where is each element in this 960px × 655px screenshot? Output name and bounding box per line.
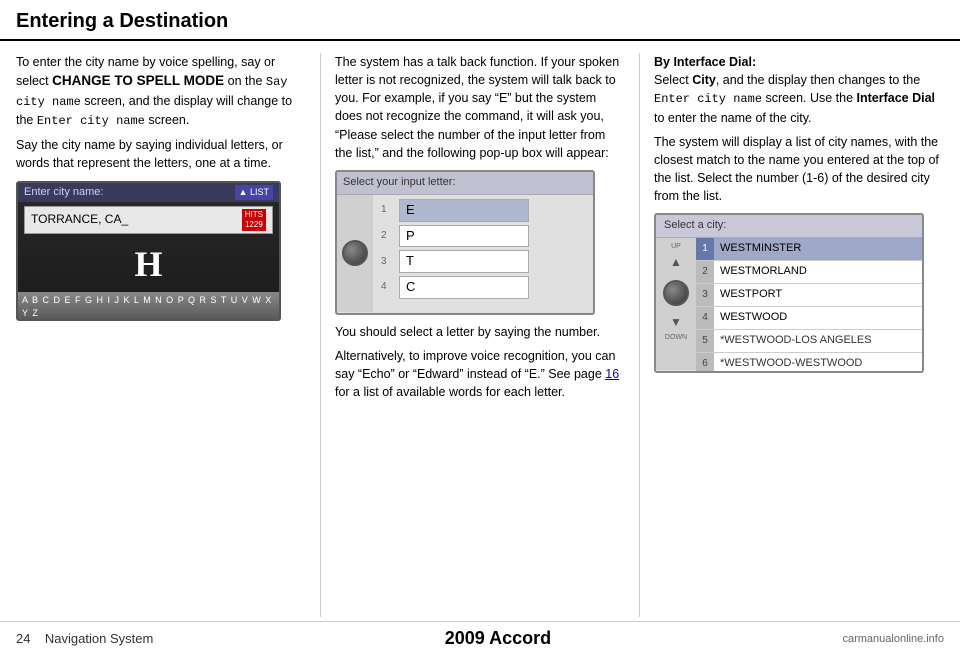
sc-row-5: 5 *WESTWOOD-LOS ANGELES	[696, 330, 922, 353]
sls-row-1: 1 E	[381, 199, 585, 222]
page-link[interactable]: 16	[605, 367, 619, 381]
footer-right: carmanualonline.info	[842, 633, 944, 645]
ecn-keyboard: A B C D E F G H I J K L M N O P Q R S T …	[18, 292, 279, 321]
ecn-input-bar: TORRANCE, CA_ HITS 1229	[24, 206, 273, 233]
right-para1: By Interface Dial: Select City, and the …	[654, 53, 944, 127]
sls-row-4: 4 C	[381, 276, 585, 299]
knob[interactable]	[342, 240, 368, 266]
sc-row-2: 2 WESTMORLAND	[696, 261, 922, 284]
sls-letter-e[interactable]: E	[399, 199, 529, 222]
sls-header: Select your input letter:	[337, 172, 593, 195]
sc-left: UP ▲ ▼ DOWN	[656, 238, 696, 370]
sc-header: Select a city:	[656, 215, 922, 238]
col-right: By Interface Dial: Select City, and the …	[639, 53, 944, 617]
col-left: To enter the city name by voice spelling…	[16, 53, 306, 617]
left-para1: To enter the city name by voice spelling…	[16, 53, 306, 130]
page-footer: 24 Navigation System 2009 Accord carmanu…	[0, 621, 960, 655]
sc-arrow-up[interactable]: ▲	[670, 254, 682, 271]
sc-arrow-down[interactable]: ▼	[670, 314, 682, 331]
sc-knob[interactable]	[663, 280, 689, 306]
sc-row-3: 3 WESTPORT	[696, 284, 922, 307]
sc-city-3[interactable]: WESTPORT	[714, 284, 922, 306]
ecn-big-letter: H	[18, 236, 279, 292]
sls-letter-t[interactable]: T	[399, 250, 529, 273]
sc-row-6: 6 *WESTWOOD-WESTWOOD	[696, 353, 922, 373]
sc-city-1[interactable]: WESTMINSTER	[714, 238, 922, 260]
col-mid: The system has a talk back function. If …	[320, 53, 625, 617]
sc-city-2[interactable]: WESTMORLAND	[714, 261, 922, 283]
sc-city-5[interactable]: *WESTWOOD-LOS ANGELES	[714, 330, 922, 352]
right-para2: The system will display a list of city n…	[654, 133, 944, 206]
page-title: Entering a Destination	[16, 10, 228, 32]
sc-body: UP ▲ ▼ DOWN 1 WESTMINSTER 2 WESTMO	[656, 238, 922, 370]
sls-knob-col	[337, 195, 373, 312]
sls-list-col: 1 E 2 P 3 T 4 C	[373, 195, 593, 312]
ecn-header: Enter city name: ▲ LIST	[18, 183, 279, 203]
sls-body: 1 E 2 P 3 T 4 C	[337, 195, 593, 312]
sc-city-4[interactable]: WESTWOOD	[714, 307, 922, 329]
select-letter-screen: Select your input letter: 1 E 2 P	[335, 170, 595, 315]
sls-row-2: 2 P	[381, 225, 585, 248]
main-content: To enter the city name by voice spelling…	[0, 41, 960, 617]
left-para2: Say the city name by saying individual l…	[16, 136, 306, 172]
enter-city-screen: Enter city name: ▲ LIST TORRANCE, CA_ HI…	[16, 181, 281, 321]
footer-left: 24 Navigation System	[16, 631, 153, 646]
mid-para2: You should select a letter by saying the…	[335, 323, 625, 341]
sc-row-1: 1 WESTMINSTER	[696, 238, 922, 261]
sc-list-col: 1 WESTMINSTER 2 WESTMORLAND 3 WESTPORT	[696, 238, 922, 370]
sc-row-4: 4 WESTWOOD	[696, 307, 922, 330]
mid-para1: The system has a talk back function. If …	[335, 53, 625, 162]
sc-city-6[interactable]: *WESTWOOD-WESTWOOD	[714, 353, 922, 373]
sls-row-3: 3 T	[381, 250, 585, 273]
hits-box: HITS 1229	[242, 209, 266, 230]
select-city-screen: Select a city: UP ▲ ▼ DOWN 1 WESTMINSTER	[654, 213, 924, 373]
footer-center: 2009 Accord	[445, 628, 551, 649]
mid-para3: Alternatively, to improve voice recognit…	[335, 347, 625, 401]
sls-letter-c[interactable]: C	[399, 276, 529, 299]
sls-letter-p[interactable]: P	[399, 225, 529, 248]
page-header: Entering a Destination	[0, 0, 960, 41]
